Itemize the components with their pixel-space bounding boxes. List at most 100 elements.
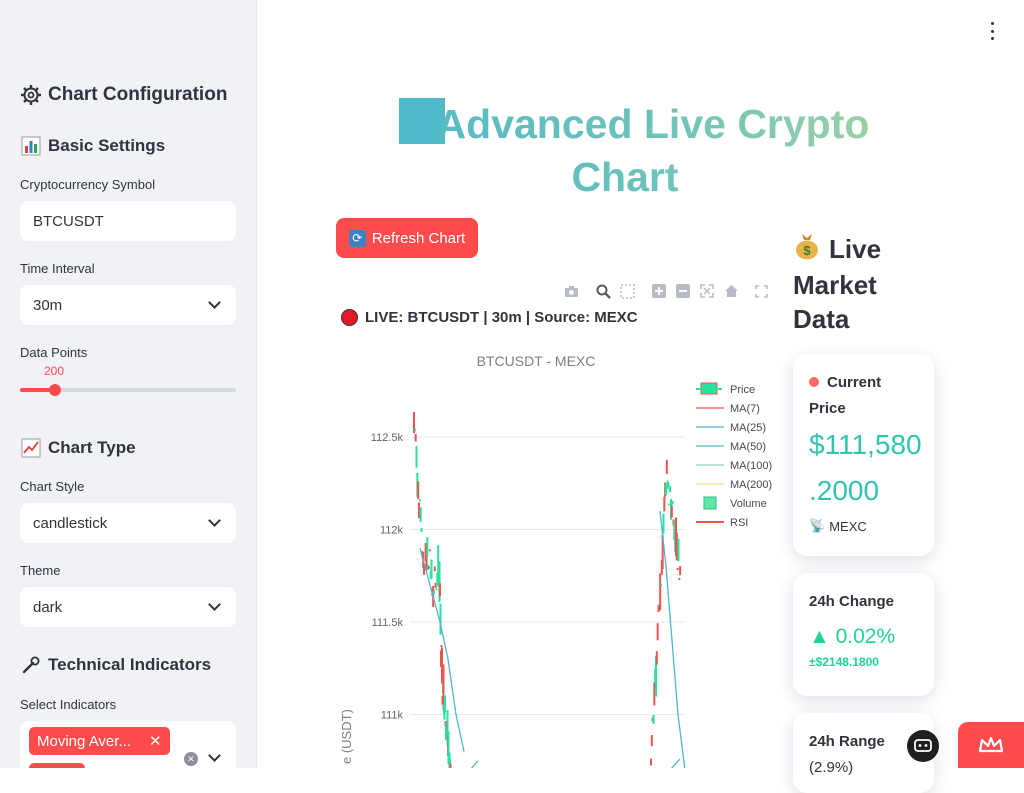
interval-label: Time Interval xyxy=(20,261,95,276)
box-select-icon[interactable] xyxy=(619,283,635,299)
change-label: 24h Change xyxy=(809,593,895,610)
fullscreen-icon[interactable] xyxy=(753,283,769,299)
page-title: Advanced Live Crypto Chart xyxy=(330,98,920,204)
price-candle xyxy=(440,645,443,648)
price-candle xyxy=(430,559,433,579)
market-data-heading: $ Live Market Data xyxy=(793,230,903,336)
range-label: 24h Range xyxy=(809,733,885,750)
chevron-down-icon xyxy=(208,296,221,309)
live-title-text: LIVE: BTCUSDT | 30m | Source: MEXC xyxy=(365,309,638,326)
data-points-value: 200 xyxy=(44,364,65,378)
legend-label: RSI xyxy=(730,517,748,529)
home-icon[interactable] xyxy=(723,283,739,299)
status-dot-icon xyxy=(809,377,819,387)
zoom-out-icon[interactable] xyxy=(675,283,691,299)
price-candle xyxy=(428,549,431,552)
legend-item[interactable]: MA(25) xyxy=(696,422,766,434)
ma-fragment xyxy=(670,758,681,768)
clear-all-icon[interactable]: ✕ xyxy=(184,752,198,766)
legend-item[interactable]: Price xyxy=(696,382,755,396)
price-candle xyxy=(669,486,672,493)
legend-label: Volume xyxy=(730,498,767,510)
chart-type-heading: Chart Type xyxy=(20,437,136,459)
indicator-tag[interactable] xyxy=(29,763,85,768)
price-candle xyxy=(663,496,666,512)
price-candle xyxy=(418,499,421,502)
price-candle xyxy=(667,482,670,487)
red-circle-icon xyxy=(341,309,358,326)
data-points-slider[interactable] xyxy=(20,384,236,396)
legend-item[interactable]: MA(50) xyxy=(696,441,766,453)
autoscale-icon[interactable] xyxy=(699,283,715,299)
legend-item[interactable]: MA(200) xyxy=(696,479,772,491)
range-value: (2.9%) xyxy=(809,759,854,776)
satellite-icon: 📡 xyxy=(809,518,826,533)
price-candle xyxy=(413,429,416,432)
theme-label: Theme xyxy=(20,563,61,578)
price-candle xyxy=(415,446,418,468)
price-candle xyxy=(656,623,659,641)
main-menu-button[interactable] xyxy=(988,22,996,40)
price-chart[interactable]: BTCUSDT - MEXC 112.5k 112k 111.5k 111k Pric… xyxy=(330,340,780,768)
chart-title: BTCUSDT - MEXC xyxy=(477,353,596,369)
basic-settings-heading: Basic Settings xyxy=(20,135,165,157)
symbol-input[interactable]: BTCUSDT xyxy=(20,201,236,241)
streamlit-crown-icon[interactable] xyxy=(958,722,1024,768)
legend-item[interactable]: Volume xyxy=(703,496,767,510)
live-chart-title: LIVE: BTCUSDT | 30m | Source: MEXC xyxy=(341,309,638,326)
indicator-tag[interactable]: Moving Aver... ✕ xyxy=(29,727,170,755)
indicator-tag-label: Moving Aver... xyxy=(37,732,131,750)
market-heading-line2: Market xyxy=(793,270,877,300)
price-source: 📡 MEXC xyxy=(809,518,867,534)
theme-select[interactable]: dark xyxy=(20,587,236,627)
price-candle xyxy=(652,714,655,724)
ma-fragment xyxy=(470,760,479,768)
remove-tag-icon[interactable]: ✕ xyxy=(149,732,162,750)
app-badge[interactable] xyxy=(907,730,939,762)
chevron-down-icon xyxy=(208,514,221,527)
symbol-value: BTCUSDT xyxy=(33,212,104,230)
change-sub: ±$2148.1800 xyxy=(809,655,879,669)
chart-style-label: Chart Style xyxy=(20,479,85,494)
zoom-in-icon[interactable] xyxy=(651,283,667,299)
slider-thumb[interactable] xyxy=(48,384,61,396)
price-candle xyxy=(671,500,674,505)
money-bag-icon: $ xyxy=(793,230,821,268)
interval-value: 30m xyxy=(33,296,63,314)
market-heading-line1: Live xyxy=(829,234,882,264)
sidebar: Chart Configuration Basic Settings Crypt… xyxy=(0,0,257,768)
current-price-card: Current Price $111,580.2000 📡 MEXC xyxy=(793,354,934,556)
legend-label: MA(100) xyxy=(730,460,772,472)
line-chart-icon xyxy=(20,437,42,459)
theme-value: dark xyxy=(33,598,63,616)
camera-icon[interactable] xyxy=(563,283,579,299)
price-candle xyxy=(439,583,441,597)
price-candle xyxy=(670,505,673,518)
select-indicators-label: Select Indicators xyxy=(20,697,117,712)
price-candle xyxy=(414,433,417,442)
wrench-icon xyxy=(20,654,42,676)
legend-label: MA(200) xyxy=(730,479,772,491)
technical-indicators-heading: Technical Indicators xyxy=(20,654,211,676)
legend-item[interactable]: MA(100) xyxy=(696,460,772,472)
legend-item[interactable]: RSI xyxy=(696,517,748,529)
price-candle xyxy=(650,758,652,766)
change-value: ▲ 0.02% xyxy=(809,625,896,648)
market-heading-line3: Data xyxy=(793,304,850,334)
price-candle xyxy=(434,582,437,588)
price-candle xyxy=(426,537,429,557)
legend-label: MA(25) xyxy=(730,422,766,434)
refresh-chart-button[interactable]: ⟳ Refresh Chart xyxy=(336,218,478,258)
zoom-icon[interactable] xyxy=(595,283,611,299)
price-candle xyxy=(449,763,452,768)
symbol-label: Cryptocurrency Symbol xyxy=(20,177,156,192)
legend-item[interactable]: MA(7) xyxy=(696,403,760,415)
price-candle xyxy=(679,566,682,576)
interval-select[interactable]: 30m xyxy=(20,285,236,325)
price-candle xyxy=(419,507,422,522)
data-points-label: Data Points xyxy=(20,345,88,360)
chart-style-value: candlestick xyxy=(33,514,108,532)
price-candle xyxy=(662,513,665,534)
chart-style-select[interactable]: candlestick xyxy=(20,503,236,543)
refresh-label: Refresh Chart xyxy=(371,229,466,247)
